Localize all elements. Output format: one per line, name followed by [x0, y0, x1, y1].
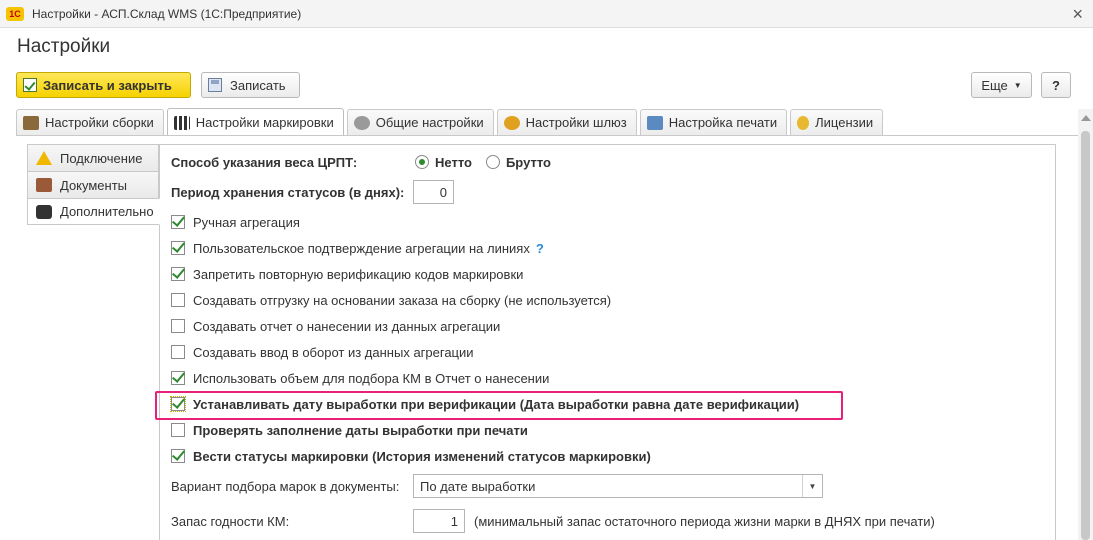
tab-gateway-settings[interactable]: Настройки шлюз: [496, 109, 637, 135]
weight-method-row: Способ указания веса ЦРПТ:: [171, 152, 357, 172]
checkbox-row-user-confirmation: Пользовательское подтверждение агрегации…: [171, 238, 544, 258]
window-titlebar: 1С Настройки - АСП.Склад WMS (1С:Предпри…: [0, 0, 1093, 28]
more-button[interactable]: Еще ▼: [971, 72, 1032, 98]
highlight-frame: [155, 391, 843, 420]
chat-icon: [36, 204, 52, 219]
help-button[interactable]: ?: [1041, 72, 1071, 98]
tab-label: Общие настройки: [375, 115, 484, 130]
checkbox-row-forbid-reverification: Запретить повторную верификацию кодов ма…: [171, 264, 523, 284]
checkbox-row-use-volume: Использовать объем для подбора КМ в Отче…: [171, 368, 549, 388]
save-label: Записать: [230, 77, 286, 93]
tab-label: Настройка печати: [668, 115, 778, 130]
help-question-icon[interactable]: ?: [536, 241, 544, 256]
chevron-down-icon: ▼: [1013, 80, 1022, 90]
tab-label: Настройки шлюз: [525, 115, 627, 130]
marks-variant-select[interactable]: По дате выработки ▼: [413, 474, 823, 498]
vertical-scrollbar[interactable]: [1078, 109, 1093, 540]
sidebar-item-label: Подключение: [60, 150, 143, 166]
marks-variant-row: Вариант подбора марок в документы:: [171, 476, 399, 496]
checkbox-label: Ручная агрегация: [193, 214, 300, 230]
create-circulation-checkbox[interactable]: [171, 345, 185, 359]
page-title: Настройки: [17, 36, 111, 57]
assembly-settings-icon: [23, 115, 39, 130]
scroll-up-icon[interactable]: [1081, 115, 1091, 121]
sidebar-item-additional[interactable]: Дополнительно: [27, 198, 160, 225]
checkbox-row-marking-statuses: Вести статусы маркировки (История измене…: [171, 446, 651, 466]
marking-statuses-checkbox[interactable]: [171, 449, 185, 463]
checkbox-row-manual-aggregation: Ручная агрегация: [171, 212, 300, 232]
km-reserve-label: Запас годности КМ:: [171, 513, 290, 529]
printer-icon: [646, 115, 663, 130]
marks-variant-value: По дате выработки: [420, 478, 536, 494]
window-title: Настройки - АСП.Склад WMS (1С:Предприяти…: [32, 6, 302, 21]
tab-marking-settings[interactable]: Настройки маркировки: [166, 108, 344, 136]
checkbox-row-create-application-report: Создавать отчет о нанесении из данных аг…: [171, 316, 500, 336]
gear-icon: [353, 115, 370, 130]
storage-period-row: Период хранения статусов (в днях):: [171, 182, 404, 202]
warning-icon: [36, 151, 52, 165]
user-confirmation-checkbox[interactable]: [171, 241, 185, 255]
storage-period-input[interactable]: 0: [413, 180, 454, 204]
settings-sidebar: Подключение Документы Дополнительно: [27, 144, 160, 540]
checkbox-label: Пользовательское подтверждение агрегации…: [193, 240, 530, 256]
checkbox-label: Использовать объем для подбора КМ в Отче…: [193, 370, 550, 386]
checkbox-label: Вести статусы маркировки (История измене…: [193, 448, 651, 464]
tab-label: Лицензии: [815, 115, 874, 130]
floppy-disk-icon: [208, 78, 222, 92]
tab-print-settings[interactable]: Настройка печати: [639, 109, 788, 135]
checkbox-label: Создавать отчет о нанесении из данных аг…: [193, 318, 501, 334]
gross-weight-label: Брутто: [505, 154, 551, 170]
briefcase-icon: [36, 178, 52, 192]
checkbox-row-create-shipment: Создавать отгрузку на основании заказа н…: [171, 290, 611, 310]
use-volume-checkbox[interactable]: [171, 371, 185, 385]
manual-aggregation-checkbox[interactable]: [171, 215, 185, 229]
chevron-down-icon[interactable]: ▼: [802, 475, 822, 497]
document-check-icon: [23, 78, 37, 92]
checkbox-label: Проверять заполнение даты выработки при …: [193, 422, 528, 438]
gross-weight-radio[interactable]: [485, 155, 500, 169]
net-weight-radio[interactable]: [415, 155, 429, 169]
save-button[interactable]: Записать: [201, 72, 300, 98]
sidebar-item-documents[interactable]: Документы: [27, 171, 159, 198]
weight-method-radio-group: Нетто Брутто: [415, 152, 551, 172]
qr-code-icon: [173, 115, 190, 130]
weight-method-label: Способ указания веса ЦРПТ:: [171, 154, 358, 170]
km-reserve-hint-row: (минимальный запас остаточного периода ж…: [474, 511, 935, 531]
tab-divider: [16, 135, 1078, 136]
km-reserve-input[interactable]: 1: [413, 509, 465, 533]
marks-variant-label: Вариант подбора марок в документы:: [171, 478, 400, 494]
checkbox-row-create-circulation: Создавать ввод в оборот из данных агрега…: [171, 342, 474, 362]
scroll-thumb[interactable]: [1081, 131, 1090, 540]
tab-assembly-settings[interactable]: Настройки сборки: [16, 109, 164, 135]
forbid-reverification-checkbox[interactable]: [171, 267, 185, 281]
tab-label: Настройки маркировки: [195, 115, 334, 130]
checkbox-label: Создавать ввод в оборот из данных агрега…: [193, 344, 474, 360]
gateway-icon: [503, 115, 520, 130]
license-icon: [797, 115, 810, 130]
tab-label: Настройки сборки: [45, 115, 154, 130]
settings-tabs: Настройки сборки Настройки маркировки Об…: [16, 108, 886, 136]
tab-licenses[interactable]: Лицензии: [790, 109, 884, 135]
km-reserve-row: Запас годности КМ:: [171, 511, 289, 531]
create-shipment-checkbox[interactable]: [171, 293, 185, 307]
sidebar-item-connection[interactable]: Подключение: [27, 144, 159, 171]
tab-general-settings[interactable]: Общие настройки: [346, 109, 494, 135]
close-icon[interactable]: ×: [1072, 4, 1083, 25]
more-label: Еще: [981, 77, 1008, 93]
create-application-report-checkbox[interactable]: [171, 319, 185, 333]
1c-logo-icon: 1С: [6, 6, 24, 21]
checkbox-label: Создавать отгрузку на основании заказа н…: [193, 292, 612, 308]
net-weight-label: Нетто: [435, 154, 472, 170]
storage-period-label: Период хранения статусов (в днях):: [171, 184, 405, 200]
save-and-close-button[interactable]: Записать и закрыть: [16, 72, 191, 98]
sidebar-item-label: Документы: [60, 177, 128, 193]
check-production-date-checkbox[interactable]: [171, 423, 185, 437]
checkbox-label: Запретить повторную верификацию кодов ма…: [193, 266, 524, 282]
km-reserve-hint: (минимальный запас остаточного периода ж…: [474, 513, 935, 529]
checkbox-row-check-production-date: Проверять заполнение даты выработки при …: [171, 420, 528, 440]
save-and-close-label: Записать и закрыть: [43, 77, 172, 93]
sidebar-item-label: Дополнительно: [60, 204, 154, 219]
